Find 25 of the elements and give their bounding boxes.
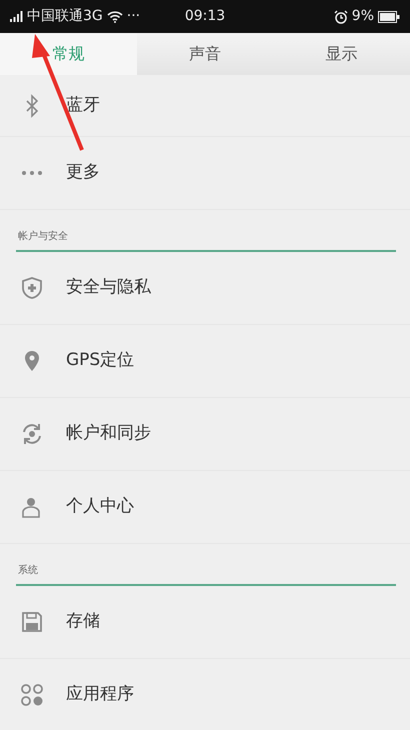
section-header: 帐户与安全 xyxy=(18,230,68,244)
carrier-name: 中国联通3G xyxy=(27,7,103,26)
tab[interactable]: 声音 xyxy=(136,33,274,75)
signal-icon xyxy=(10,11,23,22)
section-header: 系统 xyxy=(18,564,38,578)
item-label: GPS定位 xyxy=(66,349,134,372)
item-label: 安全与隐私 xyxy=(66,276,151,300)
clock-time: 09:13 xyxy=(184,8,226,24)
item-label: 个人中心 xyxy=(66,495,134,518)
more-icon xyxy=(20,170,44,176)
item-label: 存储 xyxy=(66,610,100,634)
item-label: 帐户和同步 xyxy=(66,422,151,446)
wifi-icon xyxy=(106,10,123,23)
sync-icon xyxy=(20,422,44,446)
shield-icon xyxy=(20,276,44,300)
apps-icon xyxy=(20,683,44,707)
item-label: 应用程序 xyxy=(66,683,134,706)
tab[interactable]: 显示 xyxy=(273,33,410,75)
alarm-icon xyxy=(334,10,348,24)
item-label: 更多 xyxy=(66,161,100,184)
battery-icon xyxy=(378,10,400,22)
more-notifications: ··· xyxy=(126,7,140,26)
battery-percent: 9% xyxy=(352,7,374,26)
save-icon xyxy=(20,610,44,634)
item-label: 蓝牙 xyxy=(66,94,100,117)
